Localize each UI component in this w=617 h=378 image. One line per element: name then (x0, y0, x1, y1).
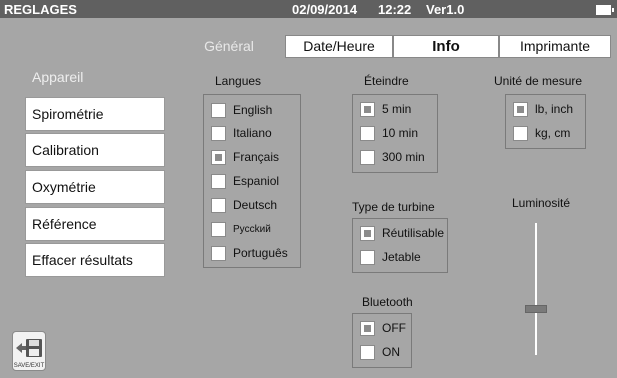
sidebar-item-spirometrie[interactable]: Spirométrie (25, 97, 165, 131)
tab-general[interactable]: Général (173, 35, 285, 58)
checkbox[interactable] (360, 102, 375, 117)
save-exit-button[interactable]: SAVE/EXIT (12, 331, 46, 371)
floppy-save-icon (16, 339, 42, 357)
battery-icon (596, 5, 614, 15)
checkbox[interactable] (513, 126, 528, 141)
checkbox[interactable] (360, 321, 375, 336)
checkbox[interactable] (360, 345, 375, 360)
langues-title: Langues (215, 74, 262, 88)
eteindre-title: Éteindre (364, 74, 409, 88)
checkbox[interactable] (360, 126, 375, 141)
sidebar-item-calibration[interactable]: Calibration (25, 133, 165, 167)
tab-date-heure[interactable]: Date/Heure (285, 35, 393, 58)
checkbox[interactable] (211, 174, 226, 189)
checkbox[interactable] (360, 250, 375, 265)
checkbox[interactable] (211, 126, 226, 141)
brightness-slider-thumb[interactable] (525, 304, 547, 313)
date-display: 02/09/2014 (292, 2, 358, 17)
sidebar-item-oxymetrie[interactable]: Oxymétrie (25, 170, 165, 204)
screen-title: REGLAGES (4, 2, 77, 17)
luminosite-title: Luminosité (512, 196, 571, 210)
version-display: Ver1.0 (426, 2, 465, 17)
checkbox[interactable] (211, 222, 226, 237)
checkbox[interactable] (211, 198, 226, 213)
checkbox[interactable] (360, 226, 375, 241)
tab-imprimante[interactable]: Imprimante (499, 35, 611, 58)
bluetooth-title: Bluetooth (362, 295, 413, 309)
status-bar: REGLAGES 02/09/2014 12:22 Ver1.0 (0, 0, 617, 18)
checkbox[interactable] (211, 103, 226, 118)
checkbox[interactable] (360, 150, 375, 165)
sidebar-item-reference[interactable]: Référence (25, 207, 165, 241)
sidebar-item-effacer-resultats[interactable]: Effacer résultats (25, 243, 165, 277)
checkbox[interactable] (211, 246, 226, 261)
checkbox[interactable] (211, 150, 226, 165)
checkbox[interactable] (513, 102, 528, 117)
time-display: 12:22 (378, 2, 412, 17)
tab-info[interactable]: Info (393, 35, 499, 58)
sidebar-item-appareil[interactable]: Appareil (25, 60, 165, 94)
unite-title: Unité de mesure (494, 74, 583, 88)
save-exit-label: SAVE/EXIT (13, 363, 45, 369)
turbine-title: Type de turbine (352, 200, 435, 214)
brightness-slider-track[interactable] (535, 223, 537, 355)
